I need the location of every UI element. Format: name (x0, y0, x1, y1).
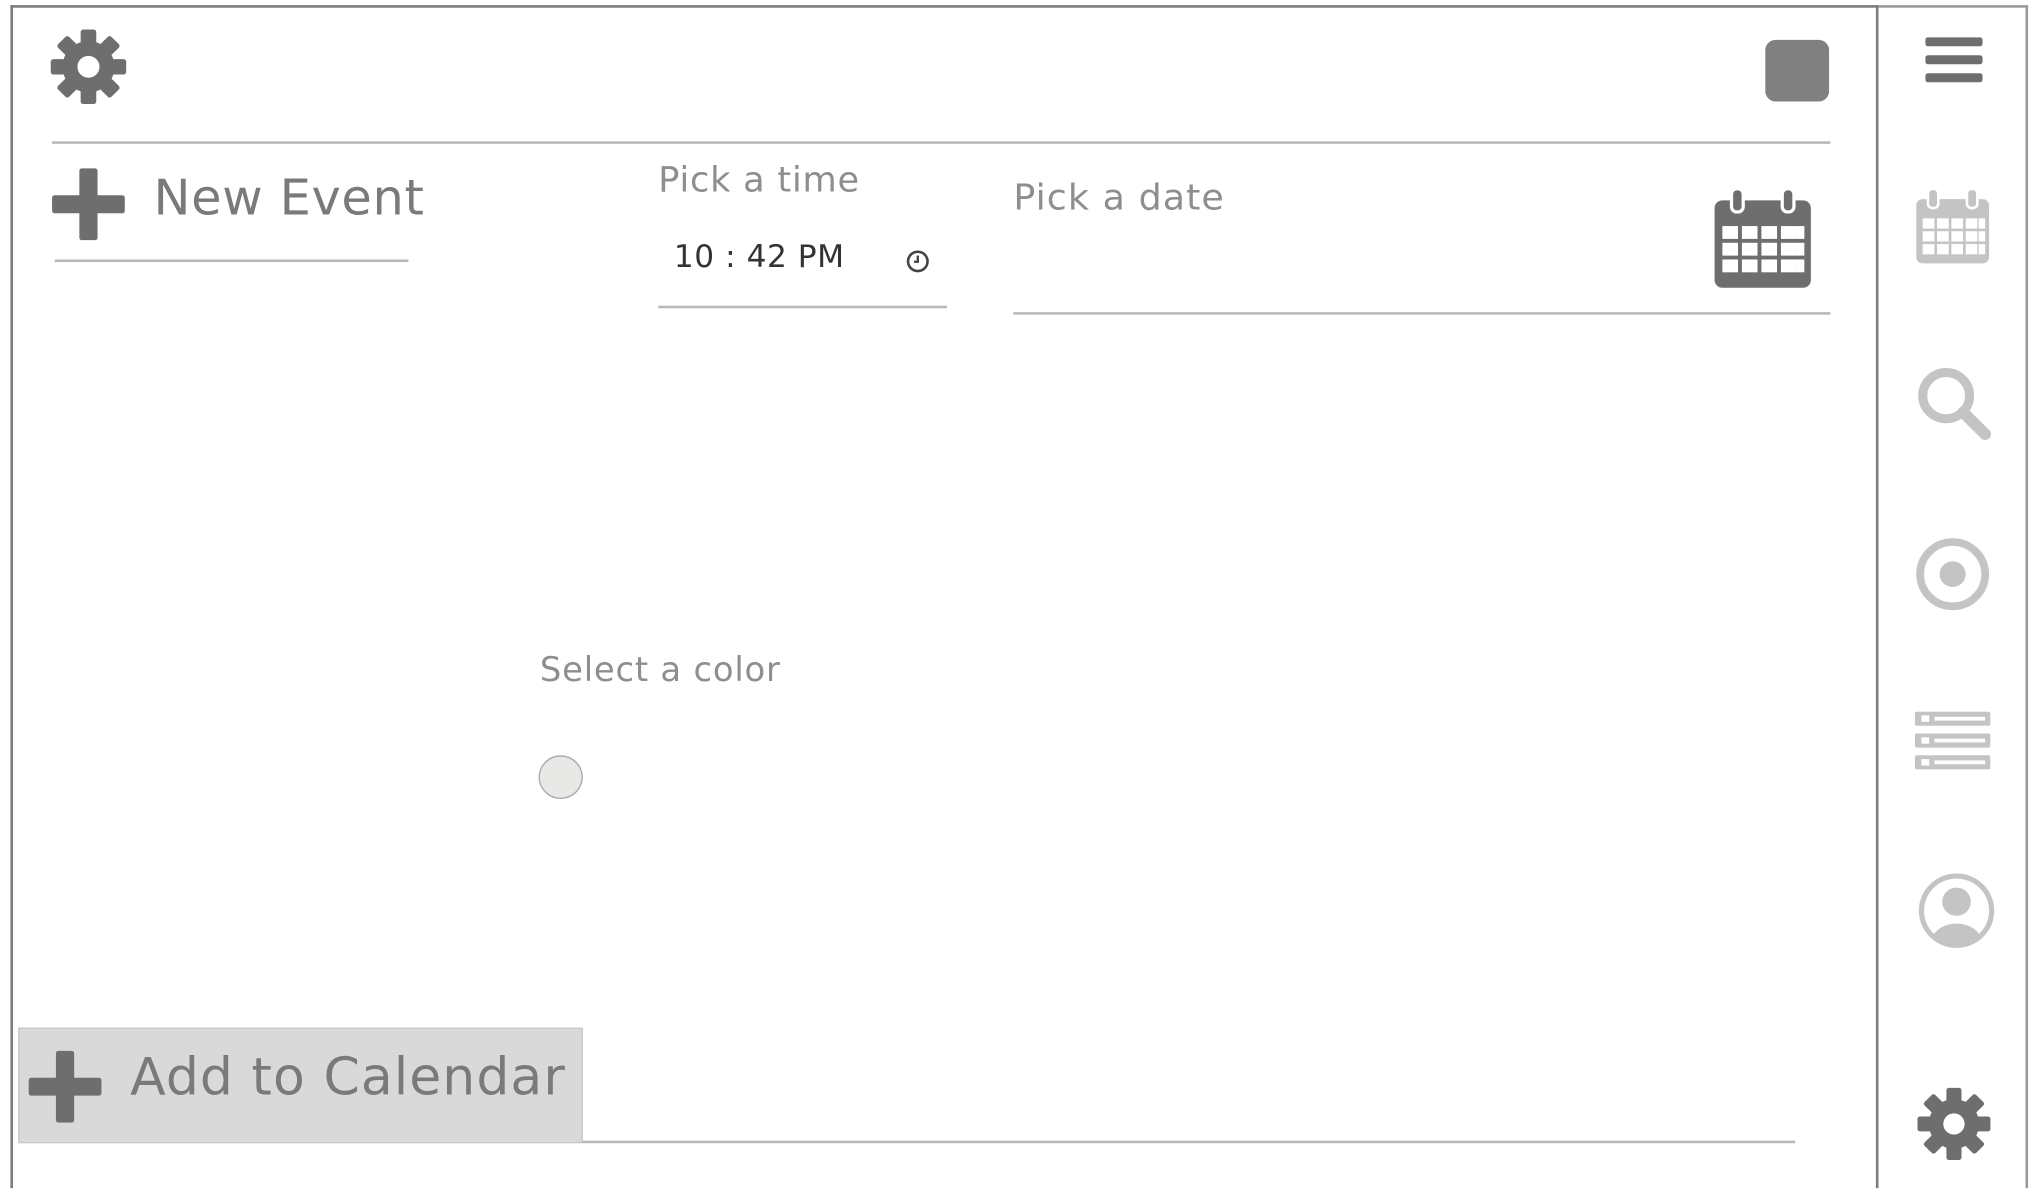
list-icon[interactable] (1914, 711, 1991, 771)
gear-icon[interactable] (1916, 1087, 1991, 1162)
hamburger-menu-icon[interactable] (1925, 37, 1983, 88)
search-icon[interactable] (1915, 365, 1993, 442)
plus-icon (52, 168, 125, 241)
square-button[interactable] (1765, 39, 1830, 102)
calendar-icon[interactable] (1712, 187, 1813, 291)
time-label: Pick a time (658, 160, 860, 201)
date-input[interactable] (1013, 167, 1689, 308)
gear-icon[interactable] (49, 28, 127, 105)
color-label: Select a color (539, 651, 781, 690)
time-underline (658, 305, 948, 309)
add-to-calendar-label: Add to Calendar (130, 1048, 566, 1108)
user-icon[interactable] (1915, 870, 1998, 952)
plus-icon (28, 1050, 102, 1123)
time-value: 10 : 42 PM (673, 238, 845, 275)
calendar-icon[interactable] (1914, 187, 1992, 268)
footer-divider (582, 1140, 1796, 1144)
date-underline (1013, 312, 1831, 315)
page-title: New Event (153, 169, 425, 227)
color-swatch[interactable] (538, 755, 583, 799)
header-divider (52, 141, 1831, 144)
target-icon[interactable] (1915, 537, 1990, 612)
title-underline (54, 259, 409, 263)
clock-icon[interactable] (905, 249, 930, 273)
